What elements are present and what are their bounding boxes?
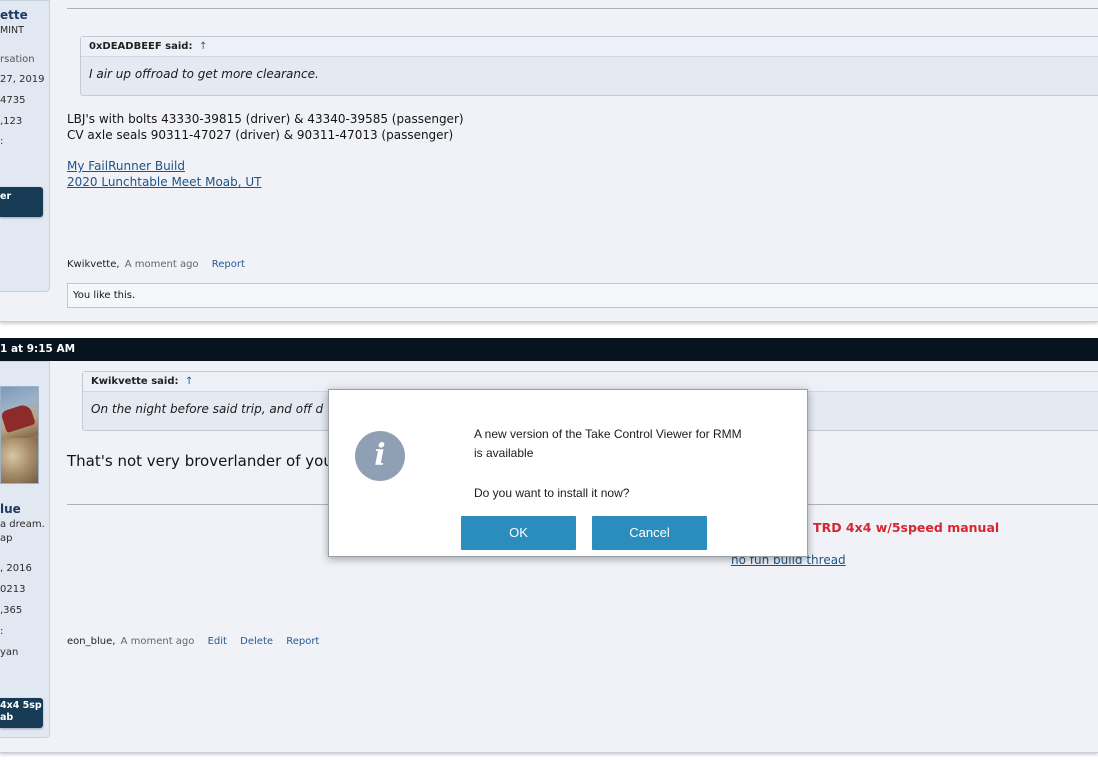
dialog-message-line1: A new version of the Take Control Viewer… bbox=[474, 427, 742, 441]
badge-line: ab bbox=[0, 712, 14, 723]
post-1: ette MINT rsation 27, 2019 4735 ,123 : e… bbox=[0, 0, 1098, 322]
username[interactable]: ette bbox=[0, 8, 28, 22]
post-author-link[interactable]: Kwikvette, bbox=[67, 259, 120, 270]
post-body-line: LBJ's with bolts 43330-39815 (driver) & … bbox=[67, 112, 464, 126]
user-stat-extra: : bbox=[0, 626, 4, 637]
quote-block: 0xDEADBEEF said: ↑ I air up offroad to g… bbox=[80, 36, 1098, 96]
dialog-question: Do you want to install it now? bbox=[474, 486, 630, 500]
info-icon: i bbox=[355, 431, 405, 481]
user-vehicle-badge: 4x4 5sp ab bbox=[0, 698, 43, 728]
report-link[interactable]: Report bbox=[286, 636, 319, 647]
user-stat-messages: 4735 bbox=[0, 95, 26, 106]
signature-link-meet[interactable]: 2020 Lunchtable Meet Moab, UT bbox=[67, 175, 262, 189]
user-stat-points: ,365 bbox=[0, 605, 23, 616]
quote-jump-arrow[interactable]: ↑ bbox=[199, 41, 207, 52]
user-stat-joined: , 2016 bbox=[0, 563, 32, 574]
quote-text: I air up offroad to get more clearance. bbox=[89, 67, 319, 81]
cancel-button[interactable]: Cancel bbox=[592, 516, 707, 550]
user-stat-extra: : bbox=[0, 136, 4, 147]
post-date-bar: 1 at 9:15 AM bbox=[0, 338, 1098, 361]
user-stat-conversation: rsation bbox=[0, 54, 35, 65]
likes-bar: You like this. bbox=[67, 283, 1098, 308]
avatar[interactable] bbox=[0, 386, 39, 484]
post-body: That's not very broverlander of you bbox=[67, 452, 333, 470]
signature-vehicle-text: 5 TRD 4x4 w/5speed manual bbox=[800, 520, 1000, 535]
user-stat-points: ,123 bbox=[0, 116, 23, 127]
badge-line: 4x4 5sp bbox=[0, 700, 42, 711]
user-stat-location: yan bbox=[0, 647, 19, 658]
quote-author: Kwikvette said: bbox=[91, 376, 179, 387]
post-timestamp[interactable]: A moment ago bbox=[121, 636, 195, 647]
edit-link[interactable]: Edit bbox=[208, 636, 227, 647]
user-panel-1: ette MINT rsation 27, 2019 4735 ,123 : e… bbox=[0, 0, 50, 292]
user-title: MINT bbox=[0, 25, 24, 36]
post-author-link[interactable]: eon_blue, bbox=[67, 636, 115, 647]
avatar-vehicle bbox=[1, 402, 36, 434]
post-meta: eon_blue, A moment ago Edit Delete Repor… bbox=[67, 636, 319, 647]
post-top-divider bbox=[67, 8, 1098, 9]
user-vehicle-badge: er bbox=[0, 187, 43, 217]
user-title-line: ap bbox=[0, 533, 13, 544]
username[interactable]: lue bbox=[0, 502, 21, 516]
post-body-line: CV axle seals 90311-47027 (driver) & 903… bbox=[67, 128, 454, 142]
dialog-message-line2: is available bbox=[474, 446, 534, 460]
user-stat-joined: 27, 2019 bbox=[0, 74, 45, 85]
user-panel-2: lue a dream. ap , 2016 0213 ,365 : yan 4… bbox=[0, 361, 50, 738]
post-meta: Kwikvette, A moment ago Report bbox=[67, 259, 245, 270]
avatar-rocks bbox=[1, 438, 38, 483]
report-link[interactable]: Report bbox=[212, 259, 245, 270]
delete-link[interactable]: Delete bbox=[240, 636, 273, 647]
user-stat-messages: 0213 bbox=[0, 584, 26, 595]
post-timestamp[interactable]: A moment ago bbox=[125, 259, 199, 270]
quote-jump-arrow[interactable]: ↑ bbox=[185, 376, 193, 387]
ok-button[interactable]: OK bbox=[461, 516, 576, 550]
update-dialog: i A new version of the Take Control View… bbox=[328, 389, 808, 557]
user-title-line: a dream. bbox=[0, 519, 45, 530]
quote-header: 0xDEADBEEF said: ↑ bbox=[81, 37, 1098, 57]
quote-author: 0xDEADBEEF said: bbox=[89, 41, 193, 52]
signature-link-build[interactable]: My FailRunner Build bbox=[67, 159, 185, 173]
